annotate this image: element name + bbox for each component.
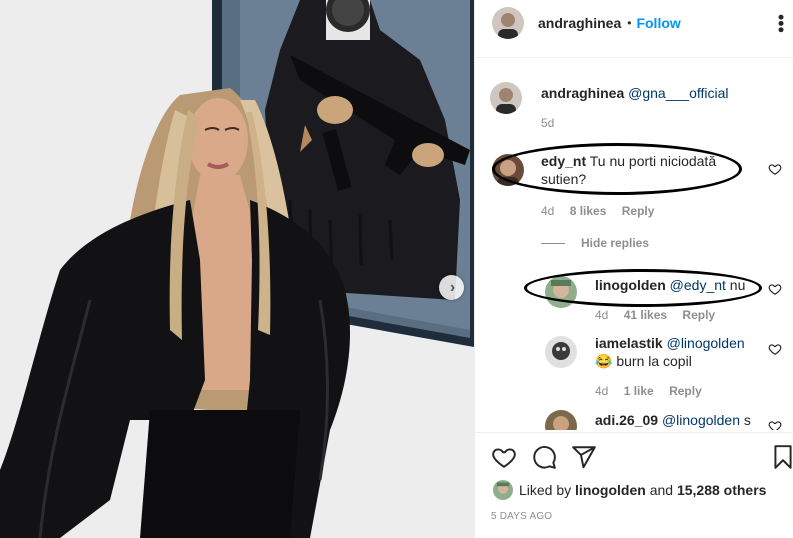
caption-username[interactable]: andraghinea [541,85,624,101]
reply-likes[interactable]: 1 like [624,384,654,398]
reply-avatar[interactable] [545,410,577,430]
reply-text: nu [729,277,746,293]
reply-username[interactable]: iamelastik [595,335,663,351]
post-header: andraghinea • Follow ••• [475,0,793,46]
author-avatar[interactable] [492,7,524,39]
reply-avatar[interactable] [545,276,577,308]
follow-button[interactable]: Follow [636,15,680,31]
hide-replies-button[interactable]: Hide replies [541,236,649,250]
post-photo: › [0,0,474,538]
header-separator: • [627,16,632,30]
caption-avatar[interactable] [490,82,522,114]
comment-text-line1: Tu nu porti niciodată [589,153,717,169]
commenter-avatar[interactable] [492,154,524,186]
post-actions [475,440,793,476]
save-icon[interactable] [770,444,793,470]
chevron-right-icon: › [449,278,456,296]
reply-username[interactable]: adi.26_09 [595,412,658,428]
hide-replies-label: Hide replies [581,236,650,250]
photo-illustration [0,0,474,538]
reply-age: 4d [595,308,609,322]
comment-username[interactable]: edy_nt [541,153,586,169]
actions-divider [475,432,793,433]
like-reply-icon[interactable] [768,419,782,430]
author-username[interactable]: andraghinea [538,15,621,31]
like-comment-icon[interactable] [768,162,782,176]
reply-age: 4d [595,384,609,398]
header-divider [475,57,793,58]
share-icon[interactable] [571,444,597,470]
like-reply-icon[interactable] [768,342,782,356]
reply-text: burn la copil [616,353,692,369]
comment-likes[interactable]: 8 likes [570,204,607,218]
liker-avatar[interactable] [493,480,513,500]
caption-age: 5d [541,116,555,130]
reply-emoji: 😂 [595,353,613,369]
liked-by-prefix: Liked by [519,482,572,498]
more-options-icon[interactable]: ••• [771,14,791,33]
next-photo-button[interactable]: › [439,275,464,300]
post-side-panel: andraghinea • Follow ••• andraghinea @gn… [474,0,793,538]
comment-icon[interactable] [531,444,557,470]
like-icon[interactable] [491,444,517,470]
like-reply-icon[interactable] [768,282,782,296]
reply-button[interactable]: Reply [669,384,702,398]
reply-mention[interactable]: @edy_nt [670,277,726,293]
reply-likes[interactable]: 41 likes [624,308,667,322]
reply-avatar[interactable] [545,336,577,368]
comment-age: 4d [541,204,555,218]
reply-username[interactable]: linogolden [595,277,666,293]
reply-button[interactable]: Reply [622,204,655,218]
reply-mention[interactable]: @linogolden [662,412,740,428]
liked-by: Liked by linogolden and 15,288 others [493,479,766,501]
liked-by-joiner: and [649,482,674,498]
post-timestamp[interactable]: 5 DAYS AGO [491,511,552,522]
comment-text-line2: sutien? [541,171,587,187]
reply-text: s [743,412,751,428]
caption-mention[interactable]: @gna___official [628,85,728,101]
comments-list[interactable]: andraghinea @gna___official 5d edy_nt Tu… [475,62,793,430]
liked-by-others[interactable]: 15,288 others [677,482,767,498]
hide-replies-line [541,242,565,244]
liked-by-user[interactable]: linogolden [575,482,646,498]
reply-mention[interactable]: @linogolden [667,335,745,351]
reply-button[interactable]: Reply [682,308,715,322]
